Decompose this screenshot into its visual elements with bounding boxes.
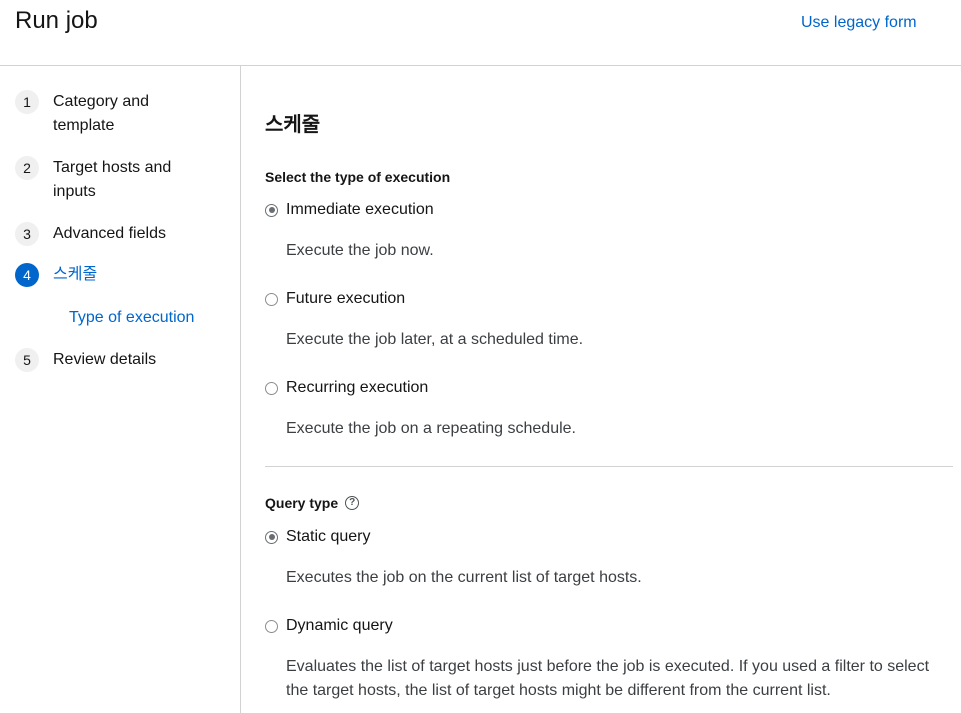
- future-execution-radio[interactable]: Future execution: [265, 287, 405, 311]
- radio-label[interactable]: Recurring execution: [286, 376, 428, 400]
- wizard-body: 스케줄 Select the type of execution Immedia…: [241, 66, 961, 713]
- step-label: Review details: [53, 351, 157, 368]
- page-header: Run job Use legacy form: [0, 0, 961, 66]
- recurring-execution-radio[interactable]: Recurring execution: [265, 376, 428, 400]
- radio-description: Execute the job later, at a scheduled ti…: [286, 331, 584, 348]
- radio-description: Executes the job on the current list of …: [286, 569, 642, 586]
- step-label: Advanced fields: [53, 225, 166, 242]
- query-type-label: Query type ?: [265, 493, 360, 513]
- help-icon[interactable]: ?: [345, 496, 360, 510]
- radio-button[interactable]: [265, 619, 278, 633]
- execution-type-label: Select the type of execution: [265, 169, 451, 185]
- static-query-radio[interactable]: Static query: [265, 525, 370, 549]
- step-number: 5: [15, 348, 39, 372]
- radio-label[interactable]: Dynamic query: [286, 614, 393, 638]
- radio-button[interactable]: [265, 530, 278, 544]
- radio-label[interactable]: Future execution: [286, 287, 405, 311]
- step-number: 2: [15, 156, 39, 180]
- radio-button[interactable]: [265, 381, 278, 395]
- radio-description: Execute the job now.: [286, 242, 434, 259]
- step-label: 스케줄: [53, 266, 98, 283]
- wizard-step-advanced-fields[interactable]: 3 Advanced fields: [15, 222, 203, 246]
- query-type-label-text: Query type: [265, 495, 339, 511]
- radio-label[interactable]: Immediate execution: [286, 198, 434, 222]
- wizard-step-category[interactable]: 1 Category and template: [15, 90, 203, 138]
- wizard-nav: 1 Category and template 2 Target hosts a…: [0, 66, 241, 713]
- radio-label[interactable]: Static query: [286, 525, 370, 549]
- wizard-step-target-hosts[interactable]: 2 Target hosts and inputs: [15, 156, 203, 204]
- wizard-substep-type-of-execution[interactable]: Type of execution: [69, 306, 194, 330]
- step-number: 3: [15, 222, 39, 246]
- radio-description: Evaluates the list of target hosts just …: [286, 658, 930, 699]
- step-number: 4: [15, 263, 39, 287]
- step-label: Category and template: [53, 93, 150, 134]
- radio-button[interactable]: [265, 292, 278, 306]
- step-label: Target hosts and inputs: [53, 159, 172, 200]
- radio-description: Execute the job on a repeating schedule.: [286, 420, 576, 437]
- dynamic-query-radio[interactable]: Dynamic query: [265, 614, 393, 638]
- section-title: 스케줄: [265, 114, 321, 136]
- step-number: 1: [15, 90, 39, 114]
- radio-button[interactable]: [265, 203, 278, 217]
- page-title: Run job: [15, 7, 98, 34]
- use-legacy-form-link[interactable]: Use legacy form: [801, 12, 917, 34]
- wizard-step-review-details[interactable]: 5 Review details: [15, 348, 203, 372]
- section-divider: [265, 466, 953, 467]
- wizard-step-schedule[interactable]: 4 스케줄: [15, 263, 203, 287]
- immediate-execution-radio[interactable]: Immediate execution: [265, 198, 434, 222]
